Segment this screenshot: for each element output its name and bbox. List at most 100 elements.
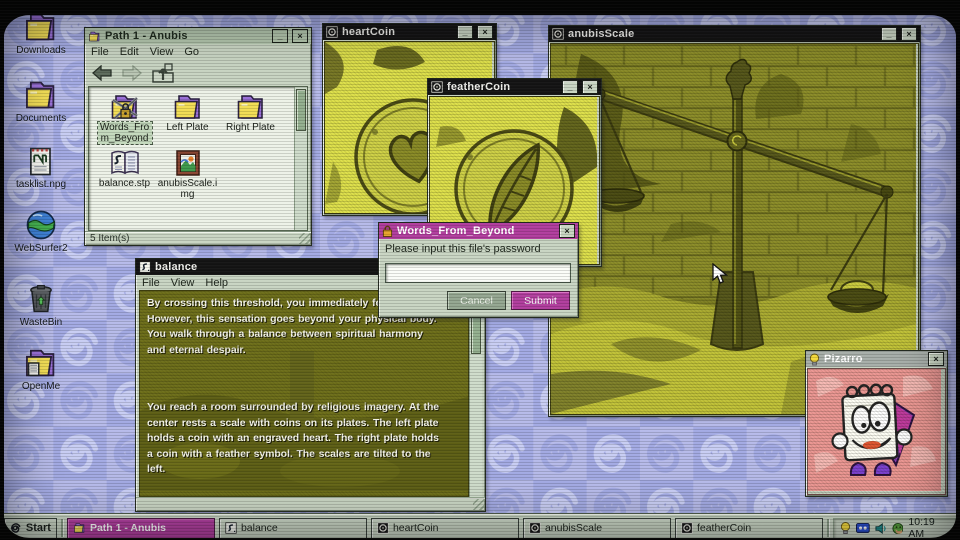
titlebar[interactable]: Words_From_Beyond ×	[379, 223, 578, 239]
menu-view[interactable]: View	[150, 46, 174, 58]
back-icon[interactable]	[91, 65, 113, 81]
desktop-icon-websurfer[interactable]: WebSurfer2	[12, 208, 70, 254]
menu-view[interactable]: View	[171, 277, 195, 289]
notepad-icon	[23, 144, 59, 178]
minimize-button[interactable]: _	[272, 29, 288, 43]
folder-icon	[88, 30, 101, 43]
desktop-icon-tasklist[interactable]: tasklist.npg	[12, 144, 70, 190]
file-label: Left Plate	[166, 122, 208, 133]
password-prompt: Please input this file's password	[379, 239, 578, 257]
balance-text-area: By crossing this threshold, you immediat…	[139, 290, 469, 497]
resize-grip[interactable]	[299, 233, 310, 244]
scrollbar-thumb[interactable]	[296, 89, 306, 131]
locked-folder-icon	[109, 92, 141, 122]
titlebar[interactable]: Path 1 - Anubis _ ×	[85, 28, 311, 44]
taskbar-button-explorer[interactable]: Path 1 - Anubis	[67, 518, 215, 539]
file-right-plate[interactable]: Right Plate	[219, 92, 282, 144]
menu-file[interactable]: File	[142, 277, 160, 289]
window-title: Path 1 - Anubis	[105, 30, 268, 42]
document-icon	[109, 148, 141, 178]
image-viewer-icon	[552, 28, 564, 40]
close-button[interactable]: ×	[559, 224, 575, 238]
crt-screen: Downloads Documents tasklist.npg WebSurf…	[0, 0, 960, 540]
text-line: You walk through a balance between spiri…	[147, 327, 468, 343]
text-line: center rests a scale with coins on its p…	[147, 416, 468, 432]
titlebar[interactable]: anubisScale _ ×	[549, 26, 920, 42]
desktop-icon-label: Downloads	[16, 45, 65, 56]
start-button[interactable]: Start	[4, 518, 57, 539]
text-line: left.	[147, 462, 468, 478]
folder-icon	[23, 10, 59, 44]
vertical-scrollbar[interactable]	[469, 290, 482, 497]
close-button[interactable]: ×	[292, 29, 308, 43]
dialog-title: Words_From_Beyond	[397, 225, 555, 237]
cancel-button[interactable]: Cancel	[447, 291, 506, 310]
titlebar[interactable]: featherCoin _ ×	[428, 79, 601, 95]
forward-icon[interactable]	[121, 65, 143, 81]
desktop-icon-openme[interactable]: OpenMe	[12, 346, 70, 392]
folder-disk-icon	[23, 346, 59, 380]
submit-button[interactable]: Submit	[511, 291, 570, 310]
resize-grip[interactable]	[473, 499, 484, 510]
close-button[interactable]: ×	[928, 352, 944, 366]
trash-icon	[23, 282, 59, 316]
taskbar-separator	[61, 519, 63, 537]
system-tray: 10:19 AM	[833, 518, 956, 539]
window-title: heartCoin	[342, 26, 453, 38]
file-label: Right Plate	[226, 122, 275, 133]
window-title: anubisScale	[568, 28, 877, 40]
folder-icon	[172, 92, 204, 122]
text-line: a coin with a feather symbol. The scales…	[147, 447, 468, 463]
desktop-icon-label: Documents	[16, 113, 67, 124]
toolbar	[85, 59, 311, 86]
file-label: balance.stp	[99, 178, 150, 189]
file-label: Words_From_Beyond	[98, 122, 152, 144]
minimize-button[interactable]: _	[881, 27, 897, 41]
window-pizarro: Pizarro ×	[805, 350, 948, 497]
minimize-button[interactable]: _	[562, 80, 578, 94]
taskbar-button-feathercoin[interactable]: featherCoin	[675, 518, 823, 539]
menu-edit[interactable]: Edit	[120, 46, 139, 58]
start-logo-icon	[10, 521, 22, 535]
desktop-icon-downloads[interactable]: Downloads	[12, 10, 70, 56]
menubar: File Edit View Go	[85, 44, 311, 59]
image-viewer-icon	[326, 26, 338, 38]
menu-file[interactable]: File	[91, 46, 109, 58]
padlock-icon	[382, 225, 393, 237]
desktop-icon-wastebin[interactable]: WasteBin	[12, 282, 70, 328]
close-button[interactable]: ×	[901, 27, 917, 41]
file-label: anubisScale.img	[156, 178, 219, 200]
image-viewer-icon	[529, 522, 541, 534]
desktop-icon-label: WasteBin	[20, 317, 62, 328]
dialog-words-from-beyond: Words_From_Beyond × Please input this fi…	[378, 222, 579, 318]
taskbar-button-balance[interactable]: balance	[219, 518, 367, 539]
titlebar[interactable]: heartCoin _ ×	[323, 24, 496, 40]
chat-icon[interactable]	[856, 522, 870, 534]
taskbar-button-anubisscale[interactable]: anubisScale	[523, 518, 671, 539]
taskbar-button-heartcoin[interactable]: heartCoin	[371, 518, 519, 539]
image-viewer-icon	[681, 522, 693, 534]
vertical-scrollbar[interactable]	[294, 87, 307, 230]
file-words-from-beyond[interactable]: Words_From_Beyond	[93, 92, 156, 144]
up-folder-icon[interactable]	[151, 63, 175, 83]
file-left-plate[interactable]: Left Plate	[156, 92, 219, 144]
text-app-icon	[139, 261, 151, 273]
folder-icon	[235, 92, 267, 122]
file-balance-stp[interactable]: balance.stp	[93, 148, 156, 200]
close-button[interactable]: ×	[477, 25, 493, 39]
file-anubisscale-img[interactable]: anubisScale.img	[156, 148, 219, 200]
menu-go[interactable]: Go	[184, 46, 199, 58]
minimize-button[interactable]: _	[457, 25, 473, 39]
menu-help[interactable]: Help	[205, 277, 228, 289]
desktop-icon-documents[interactable]: Documents	[12, 78, 70, 124]
statusbar: 5 Item(s)	[85, 231, 311, 245]
close-button[interactable]: ×	[582, 80, 598, 94]
text-app-icon	[225, 522, 237, 534]
speaker-icon[interactable]	[875, 522, 887, 535]
password-input[interactable]	[385, 263, 571, 283]
image-file-icon	[172, 148, 204, 178]
text-line: You reach a room surrounded by religious…	[147, 400, 468, 416]
globe-icon[interactable]	[892, 522, 904, 535]
titlebar[interactable]: Pizarro ×	[806, 351, 947, 367]
lightbulb-icon[interactable]	[840, 521, 851, 535]
